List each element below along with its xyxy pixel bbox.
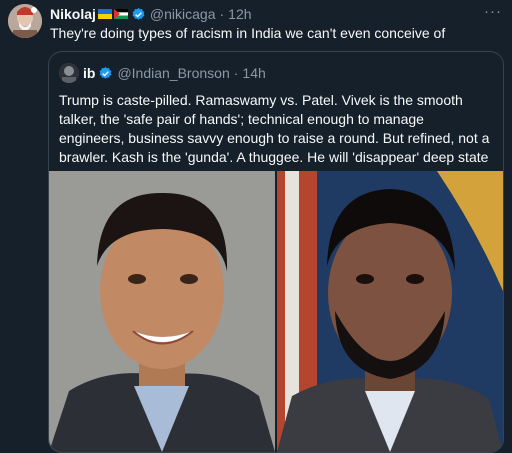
verified-badge-icon — [100, 66, 112, 79]
palestine-flag-icon — [113, 9, 128, 19]
media-grid — [49, 171, 503, 452]
author-handle[interactable]: @nikicaga — [150, 6, 216, 22]
photo-right[interactable] — [277, 171, 503, 452]
quoted-tweet-header: ib @Indian_Bronson · 14h — [59, 63, 493, 83]
tweet-header: Nikolaj @nikicaga · 12h ··· — [50, 3, 502, 23]
more-options-icon[interactable]: ··· — [484, 3, 502, 20]
verified-badge-icon — [132, 7, 145, 20]
quoted-author-handle[interactable]: @Indian_Bronson — [117, 65, 229, 81]
ukraine-flag-icon — [97, 9, 112, 19]
quoted-tweet[interactable]: ib @Indian_Bronson · 14h Trump is caste-… — [48, 51, 504, 453]
author-name[interactable]: Nikolaj — [50, 6, 96, 22]
quoted-author-name[interactable]: ib — [83, 65, 95, 81]
author-avatar[interactable] — [8, 4, 42, 38]
photo-left[interactable] — [49, 171, 275, 452]
quoted-timestamp[interactable]: 14h — [242, 65, 265, 81]
tweet-timestamp[interactable]: 12h — [228, 6, 251, 22]
separator-dot: · — [233, 65, 239, 81]
separator-dot: · — [219, 6, 225, 22]
tweet-text: They're doing types of racism in India w… — [50, 25, 446, 41]
quoted-author-avatar[interactable] — [59, 63, 79, 83]
